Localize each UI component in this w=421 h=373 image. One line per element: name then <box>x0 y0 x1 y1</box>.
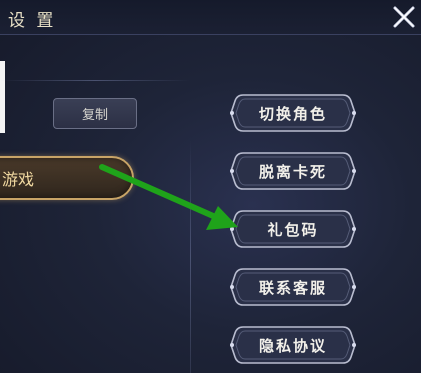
menu-item-label: 隐私协议 <box>258 336 327 355</box>
menu-item-label: 脱离卡死 <box>258 162 327 181</box>
game-button[interactable]: 游戏 <box>0 156 134 200</box>
menu-item-label: 联系客服 <box>258 278 327 297</box>
code-display-box <box>0 61 5 133</box>
close-icon <box>393 6 415 28</box>
left-divider <box>0 80 190 81</box>
contact-support-button[interactable]: 联系客服 <box>229 266 357 308</box>
game-button-label: 游戏 <box>2 170 35 189</box>
menu-item-label: 切换角色 <box>258 104 327 123</box>
vertical-divider <box>190 140 191 373</box>
menu-item-label: 礼包码 <box>267 220 319 239</box>
unstuck-button[interactable]: 脱离卡死 <box>229 150 357 192</box>
title-bar: 设 置 <box>0 0 421 35</box>
copy-button[interactable]: 复制 <box>53 98 137 129</box>
settings-screen: 设 置 复制 游戏 切换角色 脱离卡死 礼包码 联系客服 隐私协议 <box>0 0 421 373</box>
switch-character-button[interactable]: 切换角色 <box>229 92 357 134</box>
close-button[interactable] <box>387 0 421 34</box>
gift-code-button[interactable]: 礼包码 <box>229 208 357 250</box>
window-title: 设 置 <box>8 11 57 31</box>
privacy-policy-button[interactable]: 隐私协议 <box>229 324 357 366</box>
